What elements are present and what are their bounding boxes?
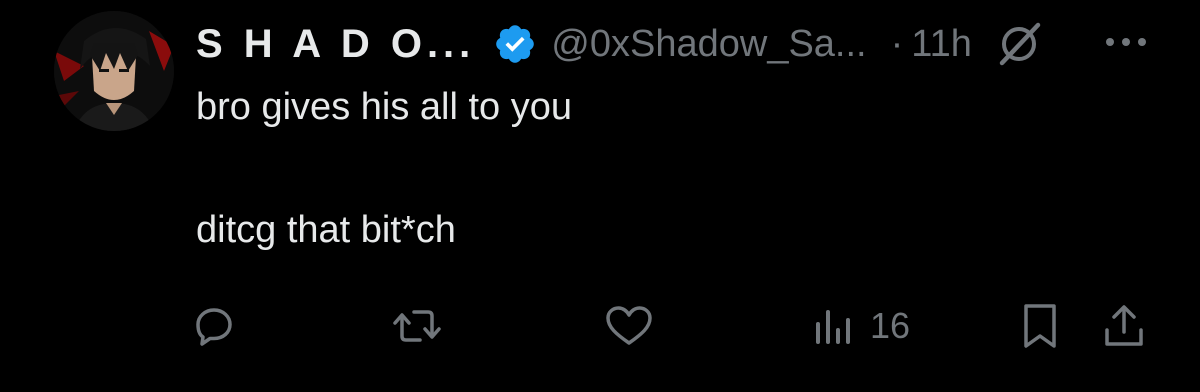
views-button[interactable]: 16: [812, 296, 910, 356]
more-icon[interactable]: [1102, 30, 1150, 54]
retweet-icon: [392, 304, 442, 348]
views-chart-icon: [812, 304, 856, 348]
share-icon: [1102, 302, 1146, 350]
verified-badge-icon: [493, 22, 537, 66]
retweet-button[interactable]: [392, 296, 442, 356]
timestamp[interactable]: 11h: [911, 23, 972, 66]
separator-dot: ·: [890, 22, 904, 65]
heart-icon: [604, 304, 654, 348]
avatar[interactable]: [54, 11, 174, 131]
action-bar: 16: [0, 296, 1200, 356]
tweet-text-line-2: ditcg that bit*ch: [196, 209, 456, 251]
tweet-text-line-1: bro gives his all to you: [196, 86, 572, 128]
share-button[interactable]: [1102, 296, 1146, 356]
display-name[interactable]: S H A D O...: [196, 22, 475, 67]
like-button[interactable]: [604, 296, 654, 356]
tweet-header: S H A D O... @0xShadow_Sa... · 11h: [196, 16, 1044, 72]
handle[interactable]: @0xShadow_Sa...: [551, 23, 866, 66]
reply-button[interactable]: [192, 296, 236, 356]
reply-icon: [192, 304, 236, 348]
bookmark-button[interactable]: [1020, 296, 1060, 356]
bookmark-icon: [1020, 302, 1060, 350]
tweet[interactable]: S H A D O... @0xShadow_Sa... · 11h bro g…: [0, 0, 1200, 392]
views-count: 16: [870, 305, 911, 346]
grok-icon[interactable]: [994, 19, 1044, 69]
